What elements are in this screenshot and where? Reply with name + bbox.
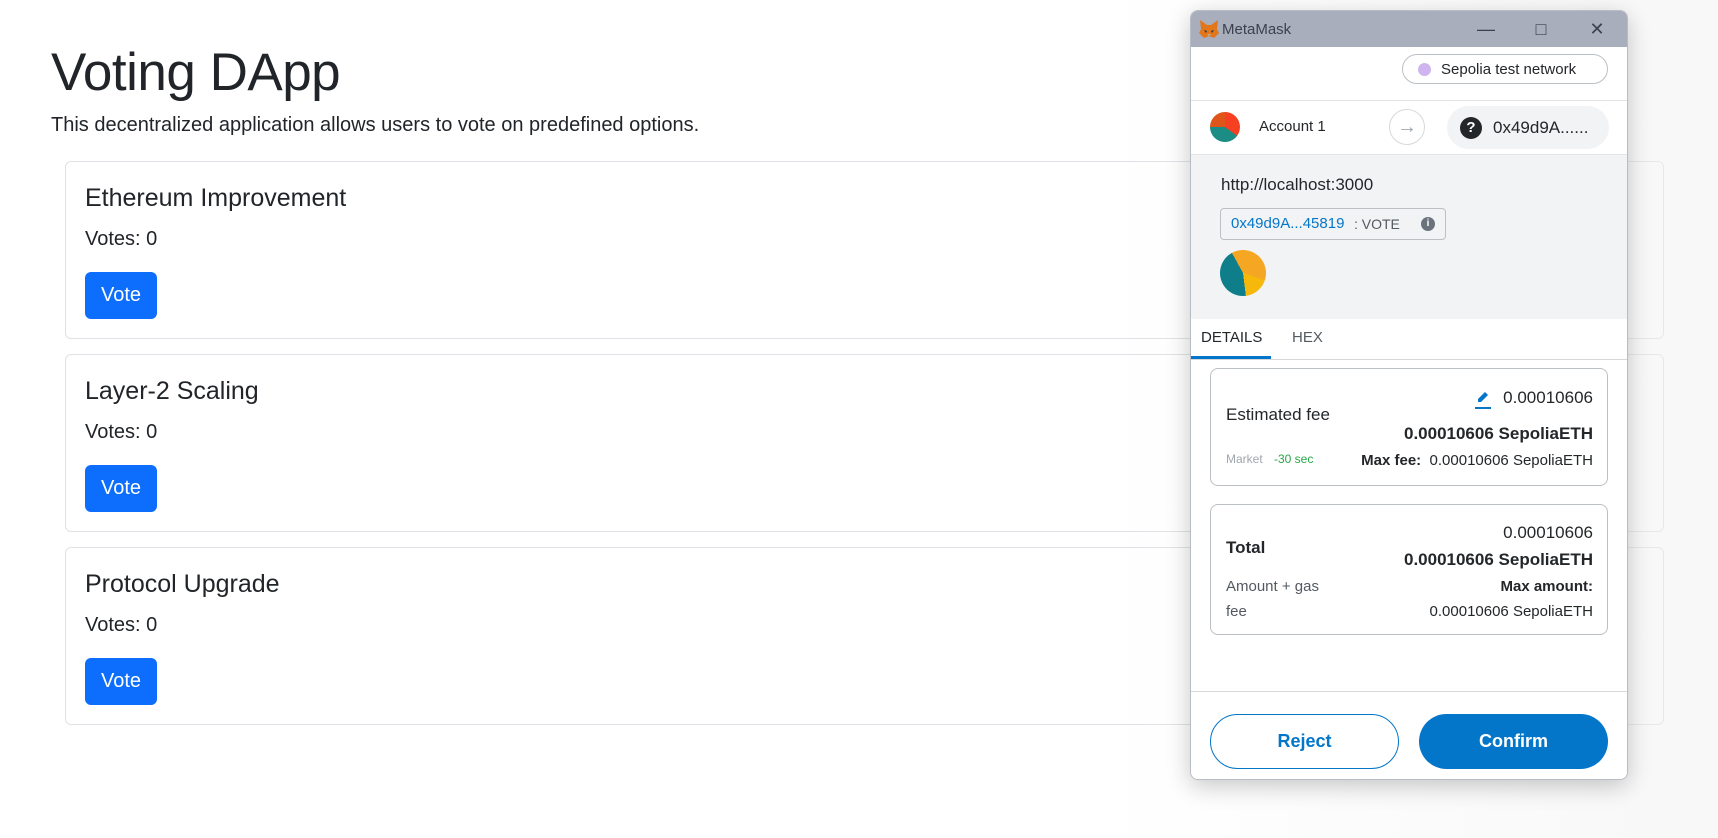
- total-eth: 0.00010606 SepoliaETH: [1403, 550, 1593, 569]
- total-box: Total 0.00010606 0.00010606 SepoliaETH A…: [1210, 504, 1608, 635]
- window-title: MetaMask: [1222, 21, 1292, 38]
- page-title: Voting DApp: [51, 43, 341, 102]
- max-amount-label: Max amount:: [1500, 578, 1593, 595]
- origin-section: http://localhost:3000 0x49d9A...45819 : …: [1191, 155, 1627, 319]
- vote-button[interactable]: Vote: [85, 465, 157, 512]
- recipient-address-text: 0x49d9A......: [1493, 118, 1589, 137]
- max-amount-value: 0.00010606 SepoliaETH: [1429, 603, 1593, 620]
- info-icon[interactable]: i: [1421, 217, 1435, 231]
- vote-button[interactable]: Vote: [85, 272, 157, 319]
- maximize-icon[interactable]: □: [1521, 15, 1561, 43]
- recipient-address[interactable]: ? 0x49d9A......: [1447, 106, 1609, 149]
- tab-bar: DETAILS HEX: [1191, 319, 1627, 360]
- vote-button[interactable]: Vote: [85, 658, 157, 705]
- minimize-icon[interactable]: —: [1466, 15, 1506, 43]
- total-label: Total: [1226, 538, 1266, 557]
- network-label: Sepolia test network: [1441, 61, 1577, 78]
- method-name: : VOTE: [1354, 216, 1400, 232]
- fee-time-estimate: -30 sec: [1274, 452, 1314, 466]
- tab-details[interactable]: DETAILS: [1201, 329, 1262, 346]
- proposal-votes: Votes: 0: [85, 614, 158, 636]
- total-value: 0.00010606: [1503, 523, 1593, 542]
- active-tab-indicator: [1191, 356, 1271, 359]
- contract-address-link[interactable]: 0x49d9A...45819: [1231, 215, 1344, 232]
- max-fee-label: Max fee:: [1361, 452, 1422, 469]
- account-avatar: [1210, 112, 1240, 142]
- question-icon: ?: [1460, 117, 1482, 139]
- reject-button[interactable]: Reject: [1210, 714, 1399, 769]
- proposal-votes: Votes: 0: [85, 421, 158, 443]
- proposal-title: Ethereum Improvement: [85, 184, 347, 212]
- window-titlebar[interactable]: MetaMask — □ ✕: [1191, 11, 1627, 47]
- amount-gas-label-cont: fee: [1226, 603, 1247, 620]
- action-footer: Reject Confirm: [1191, 691, 1627, 779]
- edit-underline: [1475, 407, 1491, 409]
- metamask-window: MetaMask — □ ✕ Sepolia test network Acco…: [1190, 10, 1628, 780]
- close-icon[interactable]: ✕: [1577, 15, 1617, 43]
- max-fee: Max fee: 0.00010606 SepoliaETH: [1361, 452, 1593, 469]
- metamask-fox-icon: [1199, 20, 1219, 38]
- arrow-right-icon: →: [1389, 109, 1425, 145]
- origin-url: http://localhost:3000: [1221, 175, 1374, 194]
- fee-market-label: Market: [1226, 452, 1263, 466]
- estimated-fee-label: Estimated fee: [1226, 405, 1330, 424]
- contract-method-box: 0x49d9A...45819 : VOTE i: [1220, 208, 1446, 240]
- tab-hex[interactable]: HEX: [1292, 329, 1323, 346]
- proposal-title: Protocol Upgrade: [85, 570, 280, 598]
- edit-pencil-icon[interactable]: [1475, 389, 1491, 405]
- confirm-button[interactable]: Confirm: [1419, 714, 1608, 769]
- proposal-votes: Votes: 0: [85, 228, 158, 250]
- account-name: Account 1: [1259, 118, 1326, 135]
- network-dot-icon: [1418, 63, 1431, 76]
- amount-gas-label: Amount + gas: [1226, 578, 1319, 595]
- max-fee-value: 0.00010606 SepoliaETH: [1429, 452, 1593, 469]
- network-bar: Sepolia test network: [1191, 47, 1627, 101]
- estimated-fee-box: Estimated fee 0.00010606 0.00010606 Sepo…: [1210, 368, 1608, 486]
- account-bar: Account 1 → ? 0x49d9A......: [1191, 101, 1627, 155]
- page-description: This decentralized application allows us…: [51, 114, 700, 136]
- estimated-fee-eth: 0.00010606 SepoliaETH: [1403, 424, 1593, 443]
- contract-avatar: [1220, 250, 1266, 296]
- network-selector[interactable]: Sepolia test network: [1402, 54, 1608, 84]
- proposal-title: Layer-2 Scaling: [85, 377, 259, 405]
- estimated-fee-value: 0.00010606: [1503, 388, 1593, 407]
